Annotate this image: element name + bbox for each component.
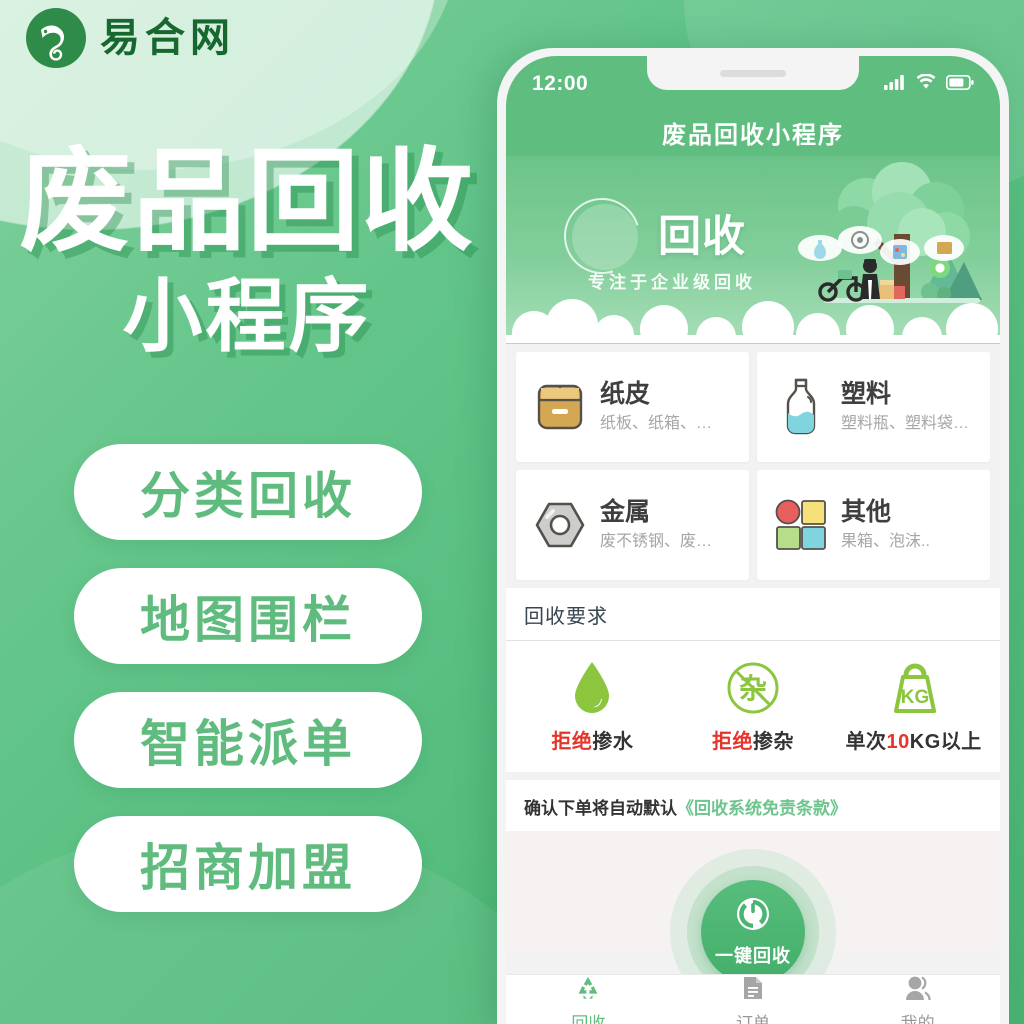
feature-pill-dispatch[interactable]: 智能派单 — [74, 692, 422, 788]
category-name: 塑料 — [841, 379, 892, 408]
speaker-grille-icon — [720, 69, 786, 77]
feature-pill-label: 招商加盟 — [140, 840, 356, 896]
status-bar: 12:00 — [506, 56, 1000, 108]
phone-mockup: 12:00 废品回收小程序 回收 专注于企业级回收 纸皮 纸板、纸箱、… 塑料 … — [497, 48, 1009, 1024]
feature-pill-list: 分类回收 地图围栏 智能派单 招商加盟 — [74, 444, 422, 912]
phone-screen: 12:00 废品回收小程序 回收 专注于企业级回收 纸皮 纸板、纸箱、… 塑料 … — [506, 56, 1000, 1024]
kg-weight-icon: KG — [886, 657, 942, 717]
cloud-decoration-icon — [506, 295, 1000, 344]
category-name: 金属 — [600, 497, 651, 526]
app-title: 废品回收小程序 — [662, 121, 844, 149]
feature-pill-label: 地图围栏 — [140, 592, 356, 648]
requirement-min-weight: KG 单次10KG以上 — [833, 657, 994, 754]
requirements-list: 拒绝掺水 杂 拒绝掺杂 KG 单次10KG以上 — [506, 641, 1000, 772]
requirement-label-suffix: KG以上 — [909, 731, 982, 753]
brand-logo: 易合网 — [26, 8, 235, 68]
power-recycle-icon — [735, 896, 771, 937]
promo-banner[interactable]: 回收 专注于企业级回收 — [506, 156, 1000, 344]
hex-nut-icon — [532, 494, 588, 556]
headline-line-1: 废品回收 — [19, 139, 475, 264]
status-icon-group — [884, 72, 974, 95]
svg-text:KG: KG — [900, 687, 929, 708]
tab-label: 回收 — [571, 1013, 606, 1024]
requirements-title: 回收要求 — [524, 606, 608, 628]
category-text: 金属 废不锈钢、废… — [600, 497, 712, 554]
requirement-label: 拒绝掺水 — [551, 725, 633, 754]
requirement-label-rest: 掺杂 — [753, 731, 794, 753]
feature-pill-sorting[interactable]: 分类回收 — [74, 444, 422, 540]
headline-line-2: 小程序 — [122, 271, 372, 361]
tab-orders[interactable]: 订单 — [671, 975, 836, 1024]
requirement-label-rest: 掺水 — [592, 731, 634, 753]
feature-pill-label: 分类回收 — [140, 468, 356, 524]
feature-pill-label: 智能派单 — [140, 716, 356, 772]
feature-pill-franchise[interactable]: 招商加盟 — [74, 816, 422, 912]
tab-label: 订单 — [736, 1013, 770, 1024]
category-card-paper[interactable]: 纸皮 纸板、纸箱、… — [516, 352, 749, 462]
status-time: 12:00 — [532, 72, 589, 95]
chameleon-icon — [26, 8, 86, 68]
recycle-icon — [575, 975, 601, 1006]
cellular-signal-icon — [884, 74, 906, 95]
action-label: 一键回收 — [715, 946, 791, 966]
tab-label: 我的 — [900, 1013, 935, 1024]
app-header: 废品回收小程序 — [506, 108, 1000, 156]
color-blocks-icon — [773, 494, 829, 556]
bottom-tab-bar: 回收 订单 我的 — [506, 974, 1000, 1024]
terms-prefix: 确认下单将自动默认 — [524, 799, 677, 818]
requirement-label: 单次10KG以上 — [846, 725, 982, 754]
water-drop-icon — [570, 657, 614, 717]
brand-name: 易合网 — [100, 16, 235, 60]
category-text: 塑料 塑料瓶、塑料袋… — [841, 379, 969, 436]
requirement-no-mixing: 杂 拒绝掺杂 — [673, 657, 834, 754]
category-card-plastic[interactable]: 塑料 塑料瓶、塑料袋… — [757, 352, 990, 462]
category-grid: 纸皮 纸板、纸箱、… 塑料 塑料瓶、塑料袋… 金属 废不锈钢、废… 其他 果箱、… — [506, 344, 1000, 580]
requirement-label-prefix: 单次 — [845, 731, 887, 753]
requirement-label-highlight: 拒绝 — [712, 731, 753, 753]
one-key-recycle-button[interactable]: 一键回收 — [701, 880, 805, 984]
category-desc: 果箱、泡沫.. — [841, 532, 930, 550]
requirement-label: 拒绝掺杂 — [712, 725, 794, 754]
feature-pill-geofence[interactable]: 地图围栏 — [74, 568, 422, 664]
no-mixed-icon: 杂 — [725, 657, 781, 717]
category-desc: 纸板、纸箱、… — [600, 414, 713, 432]
category-text: 纸皮 纸板、纸箱、… — [600, 379, 712, 436]
battery-icon — [945, 74, 974, 95]
tab-profile[interactable]: 我的 — [835, 975, 1000, 1024]
category-text: 其他 果箱、泡沫.. — [841, 497, 930, 554]
requirements-section: 回收要求 拒绝掺水 杂 拒绝掺杂 KG 单次10KG以上 — [506, 588, 1000, 772]
category-card-metal[interactable]: 金属 废不锈钢、废… — [516, 470, 749, 580]
action-area: 一键回收 — [506, 831, 1000, 1015]
requirement-label-highlight: 拒绝 — [551, 731, 593, 753]
tab-recycle[interactable]: 回收 — [506, 975, 671, 1024]
category-desc: 塑料瓶、塑料袋… — [841, 414, 970, 432]
terms-link[interactable]: 《回收系统免责条款》 — [677, 799, 847, 818]
user-icon — [904, 975, 932, 1006]
requirement-no-water: 拒绝掺水 — [512, 657, 673, 754]
wifi-icon — [916, 73, 936, 95]
category-card-other[interactable]: 其他 果箱、泡沫.. — [757, 470, 990, 580]
banner-blob-decoration — [572, 204, 638, 270]
svg-text:杂: 杂 — [739, 672, 767, 705]
banner-title: 回收 — [658, 213, 746, 261]
terms-section: 确认下单将自动默认《回收系统免责条款》 一键回收 — [506, 780, 1000, 1015]
requirement-label-highlight: 10 — [886, 731, 910, 753]
plastic-bottle-icon — [773, 376, 829, 438]
phone-notch — [647, 56, 859, 90]
category-name: 纸皮 — [600, 379, 651, 408]
requirements-header: 回收要求 — [506, 588, 1000, 641]
carton-box-icon — [532, 376, 588, 438]
terms-line: 确认下单将自动默认《回收系统免责条款》 — [506, 780, 1000, 831]
document-icon — [741, 975, 765, 1006]
banner-subtitle: 专注于企业级回收 — [588, 273, 756, 292]
promo-headline: 废品回收 小程序 — [0, 139, 494, 363]
category-desc: 废不锈钢、废… — [600, 532, 713, 550]
category-name: 其他 — [841, 497, 892, 526]
